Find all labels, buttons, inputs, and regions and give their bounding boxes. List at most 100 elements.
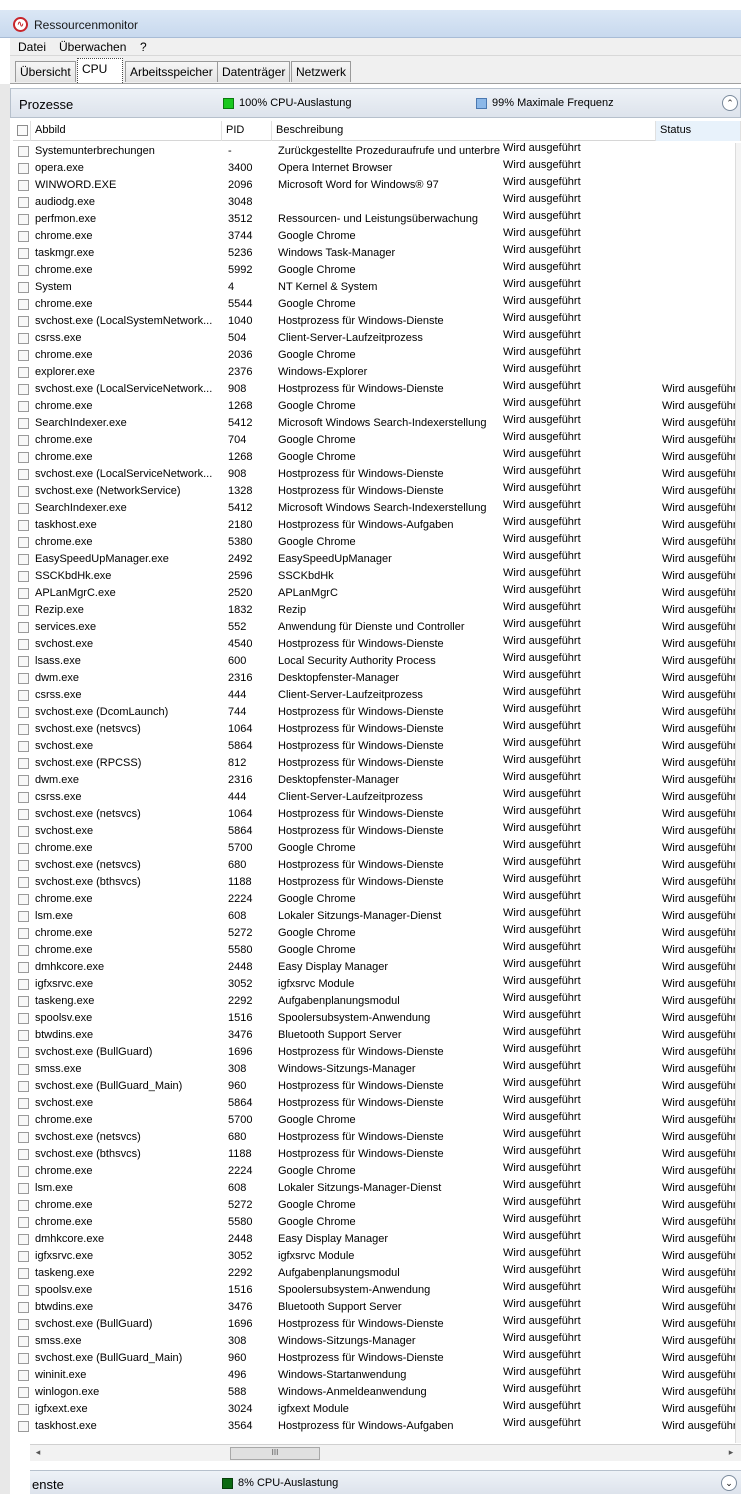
table-row[interactable]: lsass.exe 600 Local Security Authority Pro… [13, 652, 741, 670]
row-checkbox[interactable] [18, 639, 29, 650]
row-checkbox[interactable] [18, 962, 29, 973]
row-checkbox[interactable] [18, 996, 29, 1007]
row-checkbox[interactable] [18, 860, 29, 871]
row-checkbox[interactable] [18, 1064, 29, 1075]
table-row[interactable]: chrome.exe 5272 Google Chrome Wird ausgefüh… [13, 924, 741, 942]
menu-datei[interactable]: Datei [18, 40, 46, 54]
table-row[interactable]: taskhost.exe 3564 Hostprozess für Windows-… [13, 1417, 741, 1435]
table-row[interactable]: dwm.exe 2316 Desktopfenster-Manager Wird au… [13, 771, 741, 789]
row-checkbox[interactable] [18, 214, 29, 225]
row-checkbox[interactable] [18, 1268, 29, 1279]
expand-chevron-icon[interactable]: ⌄ [721, 1475, 737, 1491]
table-row[interactable]: Rezip.exe 1832 Rezip Wird ausgeführt Wird au… [13, 601, 741, 619]
scroll-thumb[interactable]: III [230, 1447, 320, 1460]
table-row[interactable]: svchost.exe (BullGuard) 1696 Hostprozess f… [13, 1315, 741, 1333]
tab-uebersicht[interactable]: Übersicht [15, 61, 76, 82]
table-row[interactable]: chrome.exe 5272 Google Chrome Wird ausgefüh… [13, 1196, 741, 1214]
table-row[interactable]: chrome.exe 5580 Google Chrome Wird ausgefüh… [13, 941, 741, 959]
select-all-checkbox[interactable] [13, 121, 31, 141]
row-checkbox[interactable] [18, 299, 29, 310]
table-row[interactable]: csrss.exe 504 Client-Server-Laufzeitprozes… [13, 329, 741, 347]
table-row[interactable]: dmhkcore.exe 2448 Easy Display Manager Wird… [13, 1230, 741, 1248]
row-checkbox[interactable] [18, 1030, 29, 1041]
table-row[interactable]: svchost.exe (NetworkService) 1328 Hostproz… [13, 482, 741, 500]
table-row[interactable]: explorer.exe 2376 Windows-Explorer Wird aus… [13, 363, 741, 381]
row-checkbox[interactable] [18, 775, 29, 786]
row-checkbox[interactable] [18, 1183, 29, 1194]
row-checkbox[interactable] [18, 622, 29, 633]
row-checkbox[interactable] [18, 571, 29, 582]
row-checkbox[interactable] [18, 333, 29, 344]
table-row[interactable]: svchost.exe 5864 Hostprozess für Windows-D… [13, 822, 741, 840]
row-checkbox[interactable] [18, 435, 29, 446]
row-checkbox[interactable] [18, 1013, 29, 1024]
column-header-description[interactable]: Beschreibung [272, 121, 656, 141]
table-row[interactable]: igfxext.exe 3024 igfxext Module Wird ausgef… [13, 1400, 741, 1418]
table-row[interactable]: svchost.exe (BullGuard_Main) 960 Hostproze… [13, 1349, 741, 1367]
row-checkbox[interactable] [18, 367, 29, 378]
table-row[interactable]: chrome.exe 704 Google Chrome Wird ausgeführ… [13, 431, 741, 449]
table-row[interactable]: igfxsrvc.exe 3052 igfxsrvc Module Wird ausg… [13, 975, 741, 993]
table-row[interactable]: chrome.exe 5700 Google Chrome Wird ausgefüh… [13, 839, 741, 857]
row-checkbox[interactable] [18, 503, 29, 514]
table-row[interactable]: taskeng.exe 2292 Aufgabenplanungsmodul Wird… [13, 1264, 741, 1282]
table-row[interactable]: SSCKbdHk.exe 2596 SSCKbdHk Wird ausgeführt W… [13, 567, 741, 585]
row-checkbox[interactable] [18, 809, 29, 820]
row-checkbox[interactable] [18, 316, 29, 327]
row-checkbox[interactable] [18, 911, 29, 922]
row-checkbox[interactable] [18, 843, 29, 854]
row-checkbox[interactable] [18, 486, 29, 497]
row-checkbox[interactable] [18, 401, 29, 412]
table-row[interactable]: chrome.exe 1268 Google Chrome Wird ausgefüh… [13, 397, 741, 415]
table-row[interactable]: services.exe 552 Anwendung für Dienste und… [13, 618, 741, 636]
table-row[interactable]: svchost.exe (netsvcs) 680 Hostprozess für … [13, 856, 741, 874]
row-checkbox[interactable] [18, 588, 29, 599]
column-header-status[interactable]: Status [656, 121, 741, 141]
table-row[interactable]: Systemunterbrechungen - Zurückgestellte Pr… [13, 142, 741, 160]
row-checkbox[interactable] [18, 605, 29, 616]
table-row[interactable]: SearchIndexer.exe 5412 Microsoft Windows S… [13, 414, 741, 432]
collapse-chevron-icon[interactable]: ⌃ [722, 95, 738, 111]
table-row[interactable]: btwdins.exe 3476 Bluetooth Support Server W… [13, 1298, 741, 1316]
services-section-header[interactable]: enste 8% CPU-Auslastung ⌄ [30, 1470, 741, 1494]
table-row[interactable]: taskmgr.exe 5236 Windows Task-Manager Wird … [13, 244, 741, 262]
row-checkbox[interactable] [18, 1166, 29, 1177]
row-checkbox[interactable] [18, 180, 29, 191]
row-checkbox[interactable] [18, 1081, 29, 1092]
row-checkbox[interactable] [18, 758, 29, 769]
table-row[interactable]: dmhkcore.exe 2448 Easy Display Manager Wird… [13, 958, 741, 976]
row-checkbox[interactable] [18, 1149, 29, 1160]
row-checkbox[interactable] [18, 1319, 29, 1330]
table-row[interactable]: svchost.exe (bthsvcs) 1188 Hostprozess für… [13, 1145, 741, 1163]
table-row[interactable]: svchost.exe (LocalSystemNetwork... 1040 Ho… [13, 312, 741, 330]
row-checkbox[interactable] [18, 1353, 29, 1364]
table-row[interactable]: taskeng.exe 2292 Aufgabenplanungsmodul Wird… [13, 992, 741, 1010]
row-checkbox[interactable] [18, 1421, 29, 1432]
table-row[interactable]: dwm.exe 2316 Desktopfenster-Manager Wird au… [13, 669, 741, 687]
table-row[interactable]: csrss.exe 444 Client-Server-Laufzeitprozes… [13, 686, 741, 704]
row-checkbox[interactable] [18, 384, 29, 395]
row-checkbox[interactable] [18, 741, 29, 752]
table-row[interactable]: EasySpeedUpManager.exe 2492 EasySpeedUpMan… [13, 550, 741, 568]
table-row[interactable]: chrome.exe 5544 Google Chrome Wird ausgefüh… [13, 295, 741, 313]
row-checkbox[interactable] [18, 452, 29, 463]
row-checkbox[interactable] [18, 877, 29, 888]
row-checkbox[interactable] [18, 520, 29, 531]
horizontal-scrollbar[interactable]: ◂ III ▸ [30, 1444, 741, 1461]
row-checkbox[interactable] [18, 1115, 29, 1126]
table-row[interactable]: chrome.exe 5380 Google Chrome Wird ausgefüh… [13, 533, 741, 551]
row-checkbox[interactable] [18, 248, 29, 259]
table-row[interactable]: btwdins.exe 3476 Bluetooth Support Server W… [13, 1026, 741, 1044]
table-row[interactable]: perfmon.exe 3512 Ressourcen- und Leistungs… [13, 210, 741, 228]
tab-arbeitsspeicher[interactable]: Arbeitsspeicher [125, 61, 218, 82]
table-row[interactable]: svchost.exe (netsvcs) 680 Hostprozess für … [13, 1128, 741, 1146]
row-checkbox[interactable] [18, 1234, 29, 1245]
row-checkbox[interactable] [18, 1047, 29, 1058]
table-row[interactable]: chrome.exe 2036 Google Chrome Wird ausgefüh… [13, 346, 741, 364]
table-row[interactable]: chrome.exe 5992 Google Chrome Wird ausgefüh… [13, 261, 741, 279]
scroll-left-arrow-icon[interactable]: ◂ [32, 1447, 44, 1460]
table-row[interactable]: svchost.exe 4540 Hostprozess für Windows-D… [13, 635, 741, 653]
row-checkbox[interactable] [18, 1200, 29, 1211]
vertical-scrollbar[interactable] [735, 143, 741, 1443]
row-checkbox[interactable] [18, 724, 29, 735]
